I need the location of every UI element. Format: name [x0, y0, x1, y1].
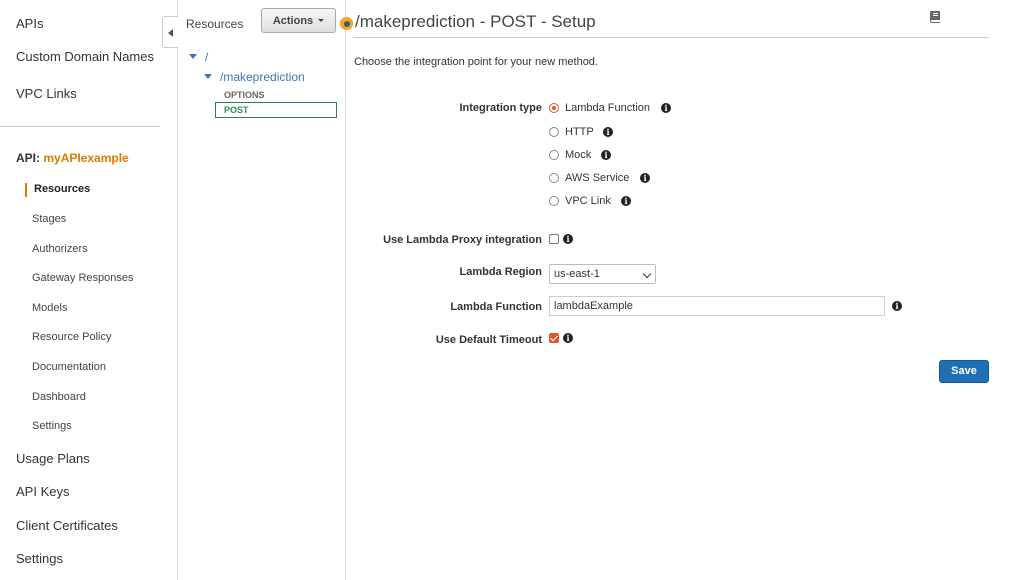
lambda-region-label: Lambda Region	[459, 266, 542, 278]
tree-expand-icon[interactable]	[204, 74, 212, 79]
info-icon[interactable]: i	[621, 196, 631, 206]
tree-expand-icon[interactable]	[189, 54, 197, 59]
nav-item-models[interactable]: Models	[32, 302, 67, 314]
nav-item-api-keys[interactable]: API Keys	[16, 484, 69, 499]
option-label-lambda-function: Lambda Function	[565, 102, 650, 114]
radio-mock[interactable]	[549, 150, 559, 160]
nav-item-dashboard[interactable]: Dashboard	[32, 391, 86, 403]
collapse-left-icon	[168, 29, 173, 37]
api-prefix: API:	[16, 151, 40, 165]
resources-panel: Resources Actions / /makeprediction OPTI…	[178, 0, 346, 580]
nav-item-settings[interactable]: Settings	[16, 551, 63, 566]
info-icon[interactable]: i	[892, 301, 902, 311]
nav-item-resources[interactable]: Resources	[34, 183, 90, 195]
tree-resource-makeprediction[interactable]: /makeprediction	[220, 70, 305, 84]
actions-button[interactable]: Actions	[261, 8, 336, 33]
info-icon[interactable]: i	[601, 150, 611, 160]
option-label-http: HTTP	[565, 126, 594, 138]
nav-item-vpc-links[interactable]: VPC Links	[16, 86, 77, 101]
lambda-function-label: Lambda Function	[450, 301, 542, 313]
radio-lambda-function[interactable]	[549, 103, 559, 113]
intro-text: Choose the integration point for your ne…	[354, 56, 598, 68]
nav-item-custom-domain-names[interactable]: Custom Domain Names	[16, 49, 154, 64]
nav-item-gateway-responses[interactable]: Gateway Responses	[32, 272, 134, 284]
save-button[interactable]: Save	[939, 360, 989, 383]
nav-item-apis[interactable]: APIs	[16, 16, 43, 31]
actions-label: Actions	[272, 14, 314, 27]
nav-item-api-settings[interactable]: Settings	[32, 420, 72, 432]
radio-http[interactable]	[549, 127, 559, 137]
tree-method-options[interactable]: OPTIONS	[224, 90, 265, 100]
chevron-down-icon	[642, 269, 652, 279]
info-icon[interactable]: i	[563, 333, 573, 343]
radio-vpc-link[interactable]	[549, 196, 559, 206]
radio-aws-service[interactable]	[549, 173, 559, 183]
info-icon[interactable]: i	[640, 173, 650, 183]
lambda-region-select[interactable]: us-east-1	[549, 264, 656, 284]
page-title: /makeprediction - POST - Setup	[355, 12, 596, 31]
option-label-mock: Mock	[565, 149, 592, 161]
book-icon[interactable]	[928, 9, 943, 24]
active-indicator	[25, 183, 27, 197]
caret-down-icon	[318, 19, 325, 22]
tree-method-post[interactable]: POST	[215, 102, 337, 118]
lambda-proxy-label: Use Lambda Proxy integration	[383, 234, 542, 246]
resources-label: Resources	[186, 17, 244, 31]
nav-divider	[0, 126, 160, 127]
info-icon[interactable]: i	[661, 103, 671, 113]
api-name[interactable]: myAPIexample	[43, 151, 128, 165]
integration-type-label: Integration type	[459, 102, 542, 114]
default-timeout-checkbox[interactable]	[549, 333, 559, 343]
collapse-sidebar-button[interactable]	[162, 16, 178, 48]
option-label-vpc-link: VPC Link	[565, 195, 611, 207]
nav-item-documentation[interactable]: Documentation	[32, 361, 106, 373]
nav-item-usage-plans[interactable]: Usage Plans	[16, 451, 90, 466]
tree-root-resource[interactable]: /	[205, 50, 208, 64]
nav-item-authorizers[interactable]: Authorizers	[32, 243, 88, 255]
info-icon[interactable]: i	[603, 127, 613, 137]
info-icon[interactable]: i	[563, 234, 573, 244]
default-timeout-label: Use Default Timeout	[435, 334, 542, 346]
nav-item-stages[interactable]: Stages	[32, 213, 66, 225]
option-label-aws-service: AWS Service	[565, 172, 630, 184]
main-content: /makeprediction - POST - Setup Choose th…	[340, 0, 1009, 580]
lambda-function-input[interactable]: lambdaExample	[549, 296, 885, 316]
nav-item-resource-policy[interactable]: Resource Policy	[32, 331, 111, 343]
status-dot-icon	[340, 17, 353, 30]
lambda-region-value: us-east-1	[554, 268, 600, 280]
title-divider	[353, 37, 989, 38]
lambda-proxy-checkbox[interactable]	[549, 234, 559, 244]
api-title: API: myAPIexample	[16, 151, 129, 165]
nav-item-client-certificates[interactable]: Client Certificates	[16, 518, 118, 533]
left-navigation: APIs Custom Domain Names VPC Links API: …	[0, 0, 178, 580]
